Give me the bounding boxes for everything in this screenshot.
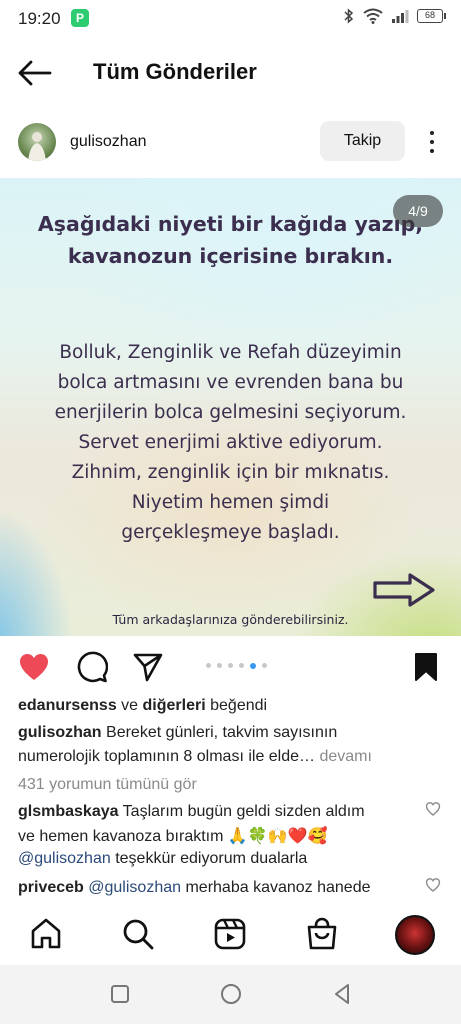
post-username[interactable]: gulisozhan <box>70 133 147 151</box>
app-header: Tüm Gönderiler <box>0 40 461 106</box>
likes-suffix: beğendi <box>210 697 268 714</box>
comment-icon[interactable] <box>76 651 108 683</box>
status-time: 19:20 <box>18 9 61 28</box>
carousel-indicator <box>206 662 267 669</box>
image-body-line: gerçekleşmeye başladı. <box>121 522 340 543</box>
battery-icon: 68 <box>417 9 446 23</box>
avatar-person-icon <box>28 132 46 161</box>
image-body-line: bolca artmasını ve evrenden bana bu <box>57 372 404 393</box>
app-notification-icon: P <box>71 9 89 27</box>
liked-by-user[interactable]: edanursenss <box>18 697 117 714</box>
post-header: gulisozhan Takip <box>0 118 461 168</box>
page-title: Tüm Gönderiler <box>93 59 257 84</box>
comment-line: ve hemen kavanoza bıraktım 🙏🍀🙌❤️🥰 <box>18 826 328 846</box>
send-icon[interactable] <box>132 651 164 683</box>
post-image[interactable]: Aşağıdaki niyeti bir kağıda yazıp, kavan… <box>0 178 461 636</box>
image-body-line: Servet enerjimi aktive ediyorum. <box>78 432 383 453</box>
caption-line: numerolojik toplamının 8 olması ile elde… <box>18 748 372 766</box>
back-triangle-icon[interactable] <box>330 982 354 1006</box>
carousel-dot <box>228 663 233 668</box>
image-body: Bolluk, Zenginlik ve Refah düzeyimin bol… <box>20 338 441 548</box>
liked-by-others[interactable]: diğerleri <box>143 697 206 714</box>
bluetooth-icon <box>344 8 354 24</box>
avatar[interactable] <box>18 123 56 161</box>
comment-mention[interactable]: @gulisozhan <box>18 850 111 867</box>
home-icon[interactable] <box>29 917 63 951</box>
comment-line: @gulisozhan teşekkür ediyorum dualarla <box>18 850 307 868</box>
heart-outline-icon[interactable] <box>425 877 441 893</box>
image-heading-line: Aşağıdaki niyeti bir kağıda yazıp, <box>37 212 424 236</box>
caption-line: gulisozhan Bereket günleri, takvim sayıs… <box>18 724 337 742</box>
comment-username[interactable]: priveceb <box>18 879 84 896</box>
search-icon[interactable] <box>121 917 155 951</box>
image-body-line: Niyetim hemen şimdi <box>131 492 330 513</box>
comment-line: glsmbaskaya Taşlarım bugün geldi sizden … <box>18 803 365 821</box>
carousel-dot <box>217 663 222 668</box>
heart-filled-icon[interactable] <box>18 651 50 683</box>
caption-username[interactable]: gulisozhan <box>18 724 102 741</box>
carousel-dot <box>206 663 211 668</box>
profile-avatar[interactable] <box>395 915 435 955</box>
shop-icon[interactable] <box>305 917 339 951</box>
arrow-right-outline-icon <box>373 573 435 607</box>
status-icons: 68 <box>343 8 446 24</box>
image-body-line: Zihnim, zenginlik için bir mıknatıs. <box>71 462 390 483</box>
home-circle-icon[interactable] <box>219 982 243 1006</box>
comment-text: Taşlarım bugün geldi sizden aldım <box>122 803 365 820</box>
comment-text: ve hemen kavanoza bıraktım 🙏🍀🙌❤️🥰 <box>18 828 328 845</box>
caption-text: Bereket günleri, takvim sayısının <box>106 724 338 741</box>
carousel-dot-active <box>250 662 256 669</box>
more-vertical-icon[interactable] <box>422 128 442 156</box>
action-bar <box>0 645 461 689</box>
comment-line: priveceb @gulisozhan merhaba kavanoz han… <box>18 879 371 897</box>
comment-text: merhaba kavanoz hanede <box>185 879 371 896</box>
image-body-line: Bolluk, Zenginlik ve Refah düzeyimin <box>59 342 402 363</box>
bookmark-filled-icon[interactable] <box>410 651 442 683</box>
image-heading-line: kavanozun içerisine bırakın. <box>67 244 394 268</box>
slide-counter: 4/9 <box>393 195 443 227</box>
caption-more-link[interactable]: devamı <box>319 748 371 765</box>
recent-apps-icon[interactable] <box>108 982 132 1006</box>
carousel-dot <box>239 663 244 668</box>
comment-username[interactable]: glsmbaskaya <box>18 803 119 820</box>
follow-button[interactable]: Takip <box>320 121 405 161</box>
comment-text: teşekkür ediyorum dualarla <box>115 850 308 867</box>
heart-outline-icon[interactable] <box>425 801 441 817</box>
comment-mention[interactable]: @gulisozhan <box>88 879 181 896</box>
arrow-left-icon[interactable] <box>16 58 52 88</box>
caption-text: numerolojik toplamının 8 olması ile elde… <box>18 748 316 765</box>
carousel-dot <box>262 663 267 668</box>
system-nav-bar <box>0 965 461 1024</box>
status-bar: 19:20 P 68 <box>0 0 461 38</box>
bottom-nav <box>0 905 461 965</box>
wifi-icon <box>363 8 383 24</box>
view-all-comments-link[interactable]: 431 yorumun tümünü gör <box>18 776 197 794</box>
reels-icon[interactable] <box>213 917 247 951</box>
likes-connector: ve <box>121 697 139 714</box>
signal-icon <box>392 10 409 23</box>
image-footer: Tüm arkadaşlarınıza gönderebilirsiniz. <box>112 612 349 627</box>
image-heading: Aşağıdaki niyeti bir kağıda yazıp, kavan… <box>20 208 441 272</box>
image-body-line: enerjilerin bolca gelmesini seçiyorum. <box>54 402 407 423</box>
likes-summary: edanursenss ve diğerleri beğendi <box>18 697 267 715</box>
